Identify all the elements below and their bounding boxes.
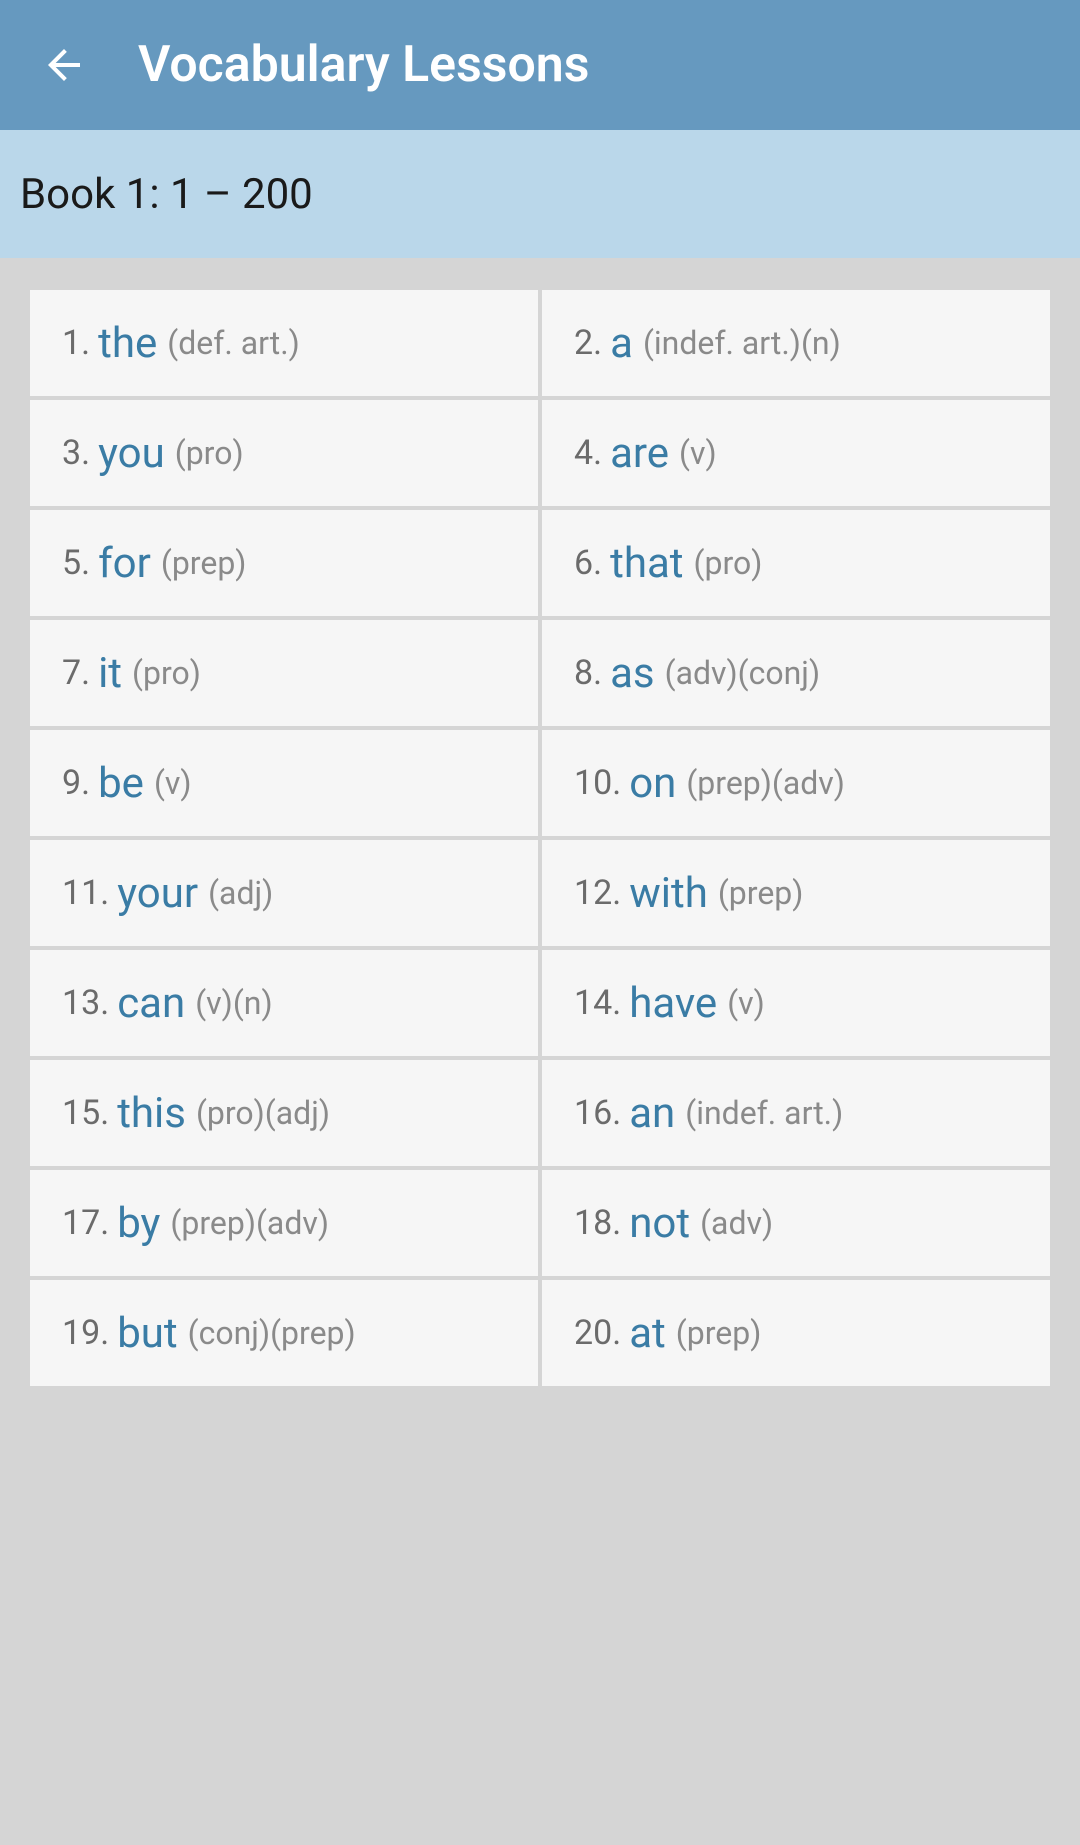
vocab-item[interactable]: 11.your (adj) [30,840,538,946]
item-word: the [98,319,157,368]
item-number: 18. [574,1203,621,1243]
item-word: an [629,1089,675,1138]
item-number: 1. [62,323,90,363]
item-word: be [98,759,144,808]
item-number: 11. [62,873,109,913]
subheader-text: Book 1: 1 – 200 [20,170,313,219]
vocab-item[interactable]: 14.have (v) [542,950,1050,1056]
item-pos: (prep)(adv) [686,764,845,802]
item-pos: (prep) [676,1314,762,1352]
vocab-item[interactable]: 20.at (prep) [542,1280,1050,1386]
vocab-item[interactable]: 19.but (conj)(prep) [30,1280,538,1386]
item-pos: (conj)(prep) [188,1314,356,1352]
item-pos: (indef. art.) [685,1094,843,1132]
item-word: for [98,539,151,588]
item-word: at [629,1309,666,1358]
vocab-item[interactable]: 5.for (prep) [30,510,538,616]
item-word: not [629,1199,690,1248]
item-pos: (adv)(conj) [665,654,820,692]
vocab-item[interactable]: 13.can (v)(n) [30,950,538,1056]
item-number: 15. [62,1093,109,1133]
item-word: this [117,1089,186,1138]
vocab-item[interactable]: 4.are (v) [542,400,1050,506]
item-number: 16. [574,1093,621,1133]
item-pos: (pro)(adj) [196,1094,330,1132]
item-number: 2. [574,323,602,363]
item-number: 10. [574,763,621,803]
item-word: have [629,979,717,1028]
vocab-item[interactable]: 10.on (prep)(adv) [542,730,1050,836]
item-pos: (prep) [718,874,804,912]
vocab-item[interactable]: 3.you (pro) [30,400,538,506]
back-arrow-icon[interactable] [40,41,88,89]
vocab-item[interactable]: 7.it (pro) [30,620,538,726]
vocab-item[interactable]: 2.a (indef. art.)(n) [542,290,1050,396]
item-word: that [610,539,683,588]
item-number: 14. [574,983,621,1023]
item-word: but [117,1309,177,1358]
item-word: it [98,649,122,698]
item-number: 12. [574,873,621,913]
item-number: 8. [574,653,602,693]
content-area: 1.the(def. art.)2.a(indef. art.)(n)3.you… [0,258,1080,1386]
subheader: Book 1: 1 – 200 [0,130,1080,258]
item-word: can [117,979,185,1028]
app-header: Vocabulary Lessons [0,0,1080,130]
item-word: your [117,869,198,918]
item-word: by [117,1199,160,1248]
item-number: 17. [62,1203,109,1243]
item-pos: (prep)(adv) [170,1204,329,1242]
item-number: 6. [574,543,602,583]
item-word: are [610,429,669,478]
item-pos: (prep) [161,544,247,582]
vocab-item[interactable]: 16.an (indef. art.) [542,1060,1050,1166]
item-word: you [98,429,165,478]
item-word: as [610,649,655,698]
item-pos: (v) [727,984,765,1022]
item-number: 7. [62,653,90,693]
item-number: 5. [62,543,90,583]
vocab-item[interactable]: 6.that (pro) [542,510,1050,616]
item-number: 9. [62,763,90,803]
item-number: 4. [574,433,602,473]
vocab-item[interactable]: 18.not (adv) [542,1170,1050,1276]
item-word: a [610,319,633,368]
item-pos: (v) [154,764,192,802]
item-number: 3. [62,433,90,473]
vocab-item[interactable]: 8.as (adv)(conj) [542,620,1050,726]
item-number: 20. [574,1313,621,1353]
page-title: Vocabulary Lessons [138,36,589,94]
item-pos: (v) [679,434,717,472]
vocab-item[interactable]: 12.with (prep) [542,840,1050,946]
vocab-item[interactable]: 17.by (prep)(adv) [30,1170,538,1276]
vocab-item[interactable]: 15.this (pro)(adj) [30,1060,538,1166]
item-pos: (adj) [208,874,273,912]
vocab-item[interactable]: 9.be (v) [30,730,538,836]
item-pos: (v)(n) [195,984,272,1022]
item-word: with [629,869,708,918]
item-pos: (pro) [694,544,763,582]
item-pos: (indef. art.)(n) [643,324,841,362]
item-pos: (def. art.) [167,324,300,362]
item-number: 19. [62,1313,109,1353]
vocab-item[interactable]: 1.the (def. art.) [30,290,538,396]
item-pos: (pro) [132,654,201,692]
item-word: on [629,759,676,808]
vocab-grid: 1.the(def. art.)2.a(indef. art.)(n)3.you… [30,290,1050,1386]
item-number: 13. [62,983,109,1023]
item-pos: (pro) [175,434,244,472]
item-pos: (adv) [700,1204,773,1242]
